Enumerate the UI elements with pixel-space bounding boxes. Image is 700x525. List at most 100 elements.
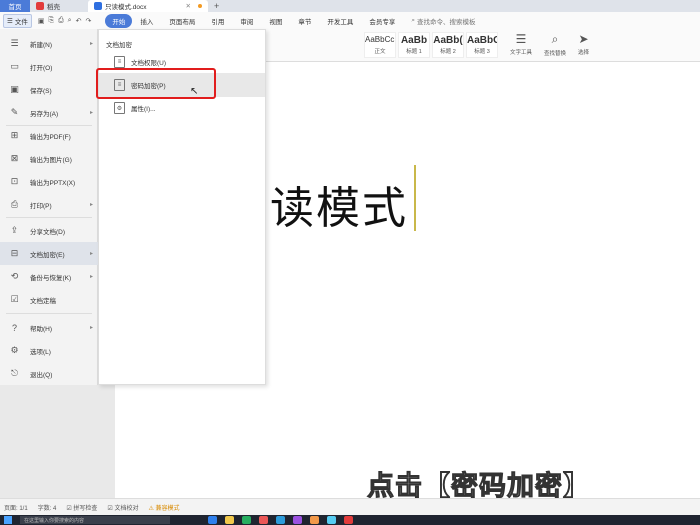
compat-mode-label: 兼容模式 [155,505,180,512]
menu-item-exit[interactable]: ⎋ 退出(Q) [0,362,98,385]
finalize-icon: ☑ [10,294,19,304]
menu-item-backup[interactable]: ⟲ 备份与恢复(K) ▸ [0,265,98,288]
menu-item-label: 帮助(H) [30,325,53,333]
text-cursor [414,165,416,231]
tab-insert[interactable]: 插入 [132,14,161,28]
export-icon[interactable]: ⎘ [48,17,54,25]
tab-document[interactable]: 只读模式.docx ✕ [88,0,208,12]
share-icon: ⇪ [10,225,19,235]
undo-icon[interactable]: ↶ [76,17,82,25]
file-menu-button[interactable]: ☰ 文件 [3,13,32,28]
spell-check[interactable]: ☑ 拼写检查 [66,503,97,512]
find-replace-icon: ⌕ [551,32,559,46]
document-text[interactable]: 读模式 [270,172,408,236]
tab-home[interactable]: 首页 [0,0,30,12]
taskbar-search[interactable]: 在这里输入你要搜索的内容 [20,516,170,524]
app-icon[interactable] [276,516,285,524]
select-icon: ➤ [578,32,589,46]
tab-daoke-label: 稻壳 [47,4,60,11]
style-heading-1[interactable]: AaBb 标题 1 [398,32,430,58]
mouse-pointer-icon: ↖ [190,86,199,97]
pptx-icon: ⊡ [10,176,19,186]
menu-item-open[interactable]: ▭ 打开(O) [0,55,98,78]
command-search[interactable]: ⌕ 查找命令、搜索模板 [411,16,475,26]
compat-mode[interactable]: ⚠ 兼容模式 [148,503,179,512]
tab-view[interactable]: 视图 [261,14,290,28]
status-bar: 页面: 1/1 字数: 4 ☑ 拼写检查 ☑ 文档校对 ⚠ 兼容模式 [0,498,700,515]
find-replace-button[interactable]: ⌕ 查找替换 [544,32,566,57]
taskbar-search-text: 在这里输入你要搜索的内容 [24,517,85,524]
properties-icon: ⚙ [114,102,125,114]
style-normal[interactable]: AaBbCcDd 正文 [364,32,396,58]
menu-item-export-image[interactable]: ⊠ 输出为图片(G) [0,147,98,170]
tab-chapter[interactable]: 章节 [290,14,319,28]
command-search-placeholder: 查找命令、搜索模板 [416,18,476,26]
menu-item-export-pptx[interactable]: ⊡ 输出为PPTX(X) [0,170,98,193]
preview-icon[interactable]: ⌕ [68,17,72,25]
wps-icon[interactable] [344,516,353,524]
menu-item-encrypt[interactable]: ⊟ 文档加密(E) ▸ [0,242,98,265]
chevron-right-icon: ▸ [89,110,93,116]
select-button[interactable]: ➤ 选择 [578,32,589,57]
new-tab-button[interactable]: + [208,0,225,12]
menu-item-label: 输出为PPTX(X) [30,179,76,187]
help-icon: ? [11,322,17,333]
save-as-icon: ✎ [10,107,19,117]
ribbon-tabs: ☰ 文件 ▣ ⎘ ⎙ ⌕ ↶ ↷ 开始 插入 页面布局 引用 审阅 视图 章节 … [0,12,700,29]
menu-item-save-as[interactable]: ✎ 另存为(A) ▸ [0,101,98,124]
exit-icon: ⎋ [10,368,19,378]
style-heading-2[interactable]: AaBb( 标题 2 [432,32,464,58]
tab-start[interactable]: 开始 [105,13,133,28]
menu-item-label: 备份与恢复(K) [30,274,72,282]
app-icon[interactable] [293,516,302,524]
style-sample: AaBb( [433,35,463,46]
tab-daoke[interactable]: 稻壳 [30,0,88,12]
menu-item-share[interactable]: ⇪ 分享文档(D) [0,219,98,242]
menu-item-label: 保存(S) [30,87,52,95]
encrypt-icon: ⊟ [10,248,19,258]
menu-item-options[interactable]: ⚙ 选项(L) [0,339,98,362]
submenu-item-label: 属性(I)... [131,106,156,113]
browser-icon[interactable] [242,516,251,524]
word-count[interactable]: 字数: 4 [38,503,57,512]
page-count[interactable]: 页面: 1/1 [4,503,28,512]
app-icon[interactable] [208,516,217,524]
print-icon[interactable]: ⎙ [58,17,64,25]
app-icon[interactable] [327,516,336,524]
open-folder-icon: ▭ [10,61,19,71]
menu-item-finalize[interactable]: ☑ 文档定稿 [0,288,98,311]
proofread[interactable]: ☑ 文档校对 [107,503,138,512]
submenu-item-properties[interactable]: ⚙ 属性(I)... [99,96,265,120]
text-tools-button[interactable]: ☰ 文字工具 [510,32,532,57]
submenu-title: 文档加密 [106,42,132,49]
menu-item-label: 选项(L) [30,348,51,356]
close-tab-icon[interactable]: ✕ [186,2,191,10]
menu-item-export-pdf[interactable]: ⊞ 输出为PDF(F) [0,124,98,147]
menu-item-label: 打印(P) [30,202,52,210]
app-icon[interactable] [259,516,268,524]
app-icon[interactable] [310,516,319,524]
redo-icon[interactable]: ↷ [85,17,91,25]
style-heading-3[interactable]: AaBbCc 标题 3 [466,32,498,58]
new-icon: ☰ [10,38,19,48]
folder-icon[interactable] [225,516,234,524]
tab-review[interactable]: 审阅 [232,14,261,28]
title-bar: 首页 稻壳 只读模式.docx ✕ + [0,0,700,12]
tab-member[interactable]: 会员专享 [361,14,403,28]
ribbon-right-tools: ☰ 文字工具 ⌕ 查找替换 ➤ 选择 [510,32,589,57]
save-icon[interactable]: ▣ [38,17,45,25]
spell-check-label: 拼写检查 [73,505,98,512]
menu-item-new[interactable]: ☰ 新建(N) ▸ [0,32,98,55]
tab-references[interactable]: 引用 [203,14,232,28]
menu-item-print[interactable]: ⎙ 打印(P) ▸ [0,193,98,216]
menu-item-help[interactable]: ? 帮助(H) ▸ [0,316,98,339]
tab-page-layout[interactable]: 页面布局 [161,14,203,28]
menu-item-save[interactable]: ▣ 保存(S) [0,78,98,101]
text-tools-icon: ☰ [515,32,527,46]
menu-item-label: 输出为PDF(F) [30,133,71,141]
windows-start-icon[interactable] [4,516,12,524]
tab-home-label: 首页 [8,4,22,11]
tab-developer[interactable]: 开发工具 [319,14,361,28]
unsaved-dot-icon [198,4,202,8]
save-icon: ▣ [10,84,19,94]
